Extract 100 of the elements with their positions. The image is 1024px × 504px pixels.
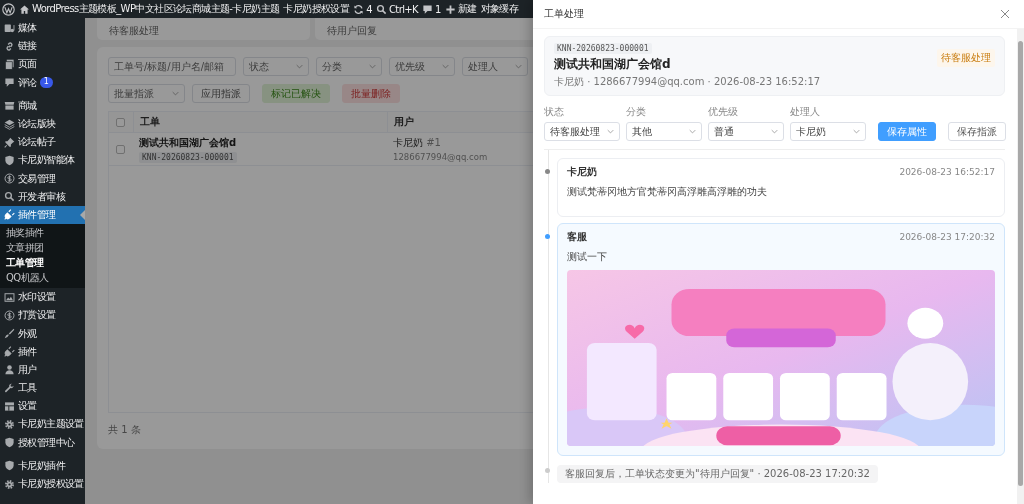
sidebar-item[interactable]: 开发者审核: [0, 187, 85, 206]
timeline-dot: [545, 468, 550, 473]
sidebar-item[interactable]: 交易管理: [0, 169, 85, 188]
field-label: 状态: [544, 105, 565, 119]
new-content-link[interactable]: 新建: [457, 2, 477, 16]
filter-select[interactable]: 处理人: [462, 57, 528, 76]
chevron-down-icon: [172, 91, 179, 96]
column-header: 工单: [140, 115, 160, 129]
user-email: 1286677994@qq.com: [393, 152, 489, 162]
status-tag: 待客服处理: [937, 49, 995, 67]
ticket-meta: 卡尼奶 · 1286677994@qq.com · 2026-08-23 16:52:17: [554, 75, 821, 89]
sidebar-item[interactable]: 授权管理中心: [0, 433, 85, 452]
plug-icon: [4, 209, 15, 221]
chevron-down-icon: [689, 129, 696, 134]
property-select[interactable]: 其他: [626, 122, 702, 141]
sidebar-item[interactable]: 用户: [0, 360, 85, 379]
drawer-title: 工单处理: [544, 7, 584, 21]
row-checkbox[interactable]: [116, 144, 125, 154]
sidebar-item[interactable]: 媒体: [0, 19, 85, 38]
chevron-down-icon: [369, 64, 376, 69]
sidebar-item[interactable]: 论坛帖子: [0, 133, 85, 152]
sidebar-item[interactable]: 插件: [0, 342, 85, 361]
sidebar-item[interactable]: 外观: [0, 324, 85, 343]
gear-icon: [4, 418, 15, 430]
sidebar-item[interactable]: 卡尼奶智能体: [0, 151, 85, 170]
shield-icon: [4, 437, 15, 449]
message-text: 测试梵蒂冈地方官梵蒂冈高浮雕高浮雕的功夫: [567, 185, 768, 199]
sidebar-item[interactable]: 设置: [0, 397, 85, 416]
sidebar-item[interactable]: 卡尼奶主题设置: [0, 415, 85, 434]
chevron-down-icon: [515, 64, 522, 69]
field-label: 处理人: [790, 105, 821, 119]
submenu-item[interactable]: 文章拼团: [0, 240, 85, 256]
search-field[interactable]: 工单号/标题/用户名/邮箱: [108, 57, 236, 76]
property-select[interactable]: 卡尼奶: [790, 122, 866, 141]
site-title-link[interactable]: WordPress主题模板_WP中文社区论坛商城主题-卡尼奶主题: [32, 2, 280, 16]
chevron-down-icon: [853, 129, 860, 134]
submenu-item[interactable]: 工单管理: [0, 255, 85, 271]
search-shortcut[interactable]: Ctrl+K: [388, 3, 419, 15]
chevron-down-icon: [296, 64, 303, 69]
sidebar-item[interactable]: 链接: [0, 37, 85, 56]
assign-select[interactable]: 批量指派: [108, 84, 185, 103]
grid-icon: [4, 400, 15, 412]
submenu-item[interactable]: QQ机器人: [0, 270, 85, 286]
comments-link[interactable]: 1: [435, 3, 441, 15]
field-label: 优先级: [708, 105, 739, 119]
count-badge: 1: [39, 77, 53, 89]
layers-icon: [4, 118, 15, 130]
stat-card: 待客服处理: [97, 18, 310, 40]
filter-select[interactable]: 优先级: [389, 57, 455, 76]
ticket-title: 测试共和国湖广会馆d: [554, 56, 672, 73]
chevron-down-icon: [607, 129, 614, 134]
ticket-number: KNN-20260823-000001: [139, 151, 237, 163]
search-icon: [4, 191, 15, 203]
field-label: 分类: [626, 105, 647, 119]
shield-icon: [4, 460, 15, 472]
updates-link[interactable]: 4: [366, 3, 372, 15]
ticket-title: 测试共和国湖广会馆d: [139, 135, 238, 150]
pushpin-icon: [4, 136, 15, 148]
scrollbar[interactable]: [1017, 29, 1024, 504]
message-time: 2026-08-23 16:52:17: [899, 167, 995, 177]
speech-bubble-icon: [422, 3, 434, 15]
timeline-dot: [545, 169, 550, 174]
link-icon: [4, 40, 15, 52]
sidebar-item[interactable]: 卡尼奶插件: [0, 456, 85, 475]
filter-select[interactable]: 分类: [316, 57, 382, 76]
sync-icon: [353, 3, 365, 15]
property-select[interactable]: 普通: [708, 122, 784, 141]
sidebar-item[interactable]: 页面: [0, 55, 85, 74]
timeline-dot: [545, 234, 550, 239]
total-count: 共 1 条: [108, 423, 142, 437]
sidebar-item[interactable]: 水印设置: [0, 288, 85, 307]
property-select[interactable]: 待客服处理: [544, 122, 620, 141]
pages-icon: [4, 58, 15, 70]
save-assignment-button[interactable]: 保存指派: [948, 122, 1006, 141]
sidebar-item[interactable]: 论坛版块: [0, 114, 85, 134]
sidebar-item[interactable]: 评论 1: [0, 73, 85, 92]
user-icon: [4, 364, 15, 376]
sidebar-item[interactable]: 卡尼奶授权设置: [0, 474, 85, 494]
store-icon: [4, 100, 15, 112]
select-all-checkbox[interactable]: [116, 117, 125, 127]
bulk-action-button[interactable]: 应用指派: [192, 84, 250, 103]
status-change-note: 客服回复后，工单状态变更为"待用户回复" · 2026-08-23 17:20:32: [557, 465, 878, 483]
sidebar-item[interactable]: 打赏设置: [0, 306, 85, 325]
media-icon: [4, 22, 15, 34]
speech-bubble-icon: [4, 77, 15, 89]
submenu-item[interactable]: 抽奖插件: [0, 225, 85, 241]
ticket-number: KNN-20260823-000001: [554, 43, 652, 54]
search-icon: [375, 3, 387, 15]
chevron-down-icon: [771, 129, 778, 134]
home-icon: [19, 3, 30, 15]
sidebar-item[interactable]: 商城: [0, 96, 85, 115]
close-button[interactable]: [998, 7, 1012, 21]
admin-bar-link[interactable]: 对象缓存: [478, 0, 521, 18]
admin-bar-link[interactable]: 卡尼奶授权设置: [281, 0, 352, 18]
filter-select[interactable]: 状态: [243, 57, 309, 76]
message-author: 卡尼奶: [567, 165, 597, 179]
coin-icon: [4, 309, 15, 321]
sidebar-item[interactable]: 插件管理: [0, 205, 85, 225]
sidebar-item[interactable]: 工具: [0, 379, 85, 398]
image-icon: [4, 291, 15, 303]
